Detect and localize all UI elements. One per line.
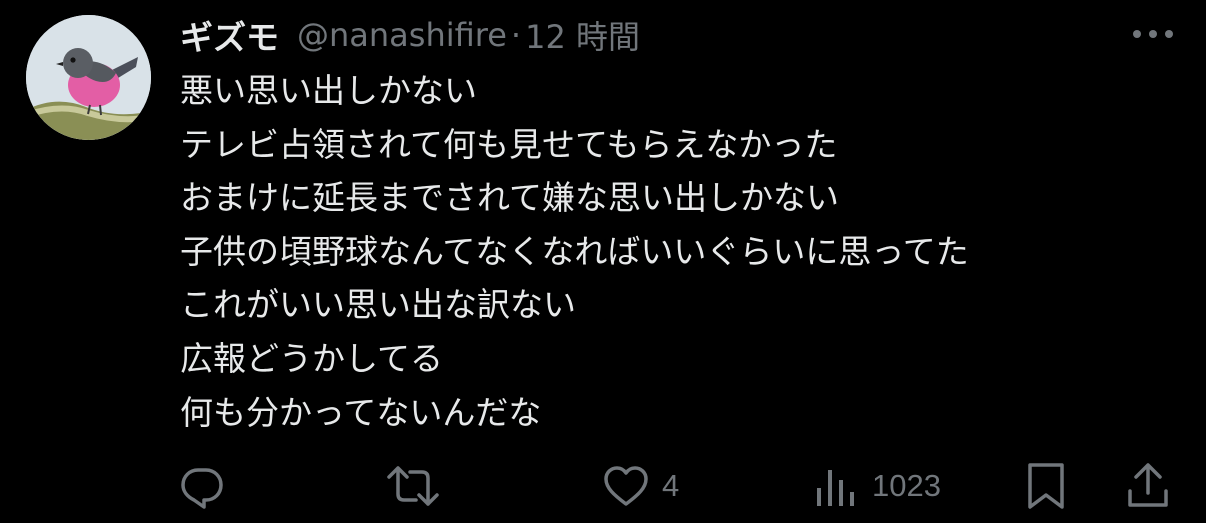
more-horizontal-icon: [1133, 30, 1173, 38]
reply-button[interactable]: [178, 455, 226, 517]
reply-icon: [181, 468, 223, 509]
like-button[interactable]: 4: [602, 455, 679, 517]
views-count: 1023: [872, 468, 941, 503]
tweet-text: 悪い思い出しかない テレビ占領されて何も見せてもらえなかった おまけに延長までさ…: [180, 64, 1180, 439]
retweet-button[interactable]: [386, 455, 440, 517]
tweet-header: ギズモ @nanashifire · 12 時間: [180, 10, 640, 60]
tweet-text-line: 子供の頃野球なんてなくなればいいぐらいに思ってた: [180, 231, 969, 271]
tweet-text-line: テレビ占領されて何も見せてもらえなかった: [180, 124, 838, 164]
tweet: ギズモ @nanashifire · 12 時間 悪い思い出しかない テレビ占領…: [0, 0, 1206, 523]
tweet-text-line: 広報どうかしてる: [180, 338, 444, 378]
bookmark-icon: [1028, 463, 1064, 509]
user-handle[interactable]: @nanashifire: [297, 16, 507, 54]
share-button[interactable]: [1124, 455, 1172, 517]
like-count: 4: [662, 468, 680, 503]
share-icon: [1128, 463, 1168, 507]
action-bar: 4 1023: [0, 455, 1206, 517]
display-name[interactable]: ギズモ: [180, 11, 279, 59]
tweet-text-line: 悪い思い出しかない: [180, 71, 477, 110]
avatar[interactable]: [26, 15, 151, 140]
heart-icon: [604, 466, 648, 506]
tweet-text-line: おまけに延長までされて嫌な思い出しかない: [180, 178, 840, 218]
timestamp[interactable]: 12 時間: [525, 12, 640, 58]
tweet-text-line: 何も分かってないんだな: [180, 392, 542, 432]
views-icon: [817, 470, 854, 506]
retweet-icon: [387, 466, 439, 506]
bird-avatar-image: [26, 15, 151, 140]
separator-dot: ·: [510, 16, 522, 54]
tweet-text-line: これがいい思い出な訳ない: [180, 285, 576, 325]
bookmark-button[interactable]: [1024, 455, 1068, 517]
more-options-button[interactable]: [1126, 14, 1180, 54]
views-button[interactable]: 1023: [814, 455, 941, 517]
